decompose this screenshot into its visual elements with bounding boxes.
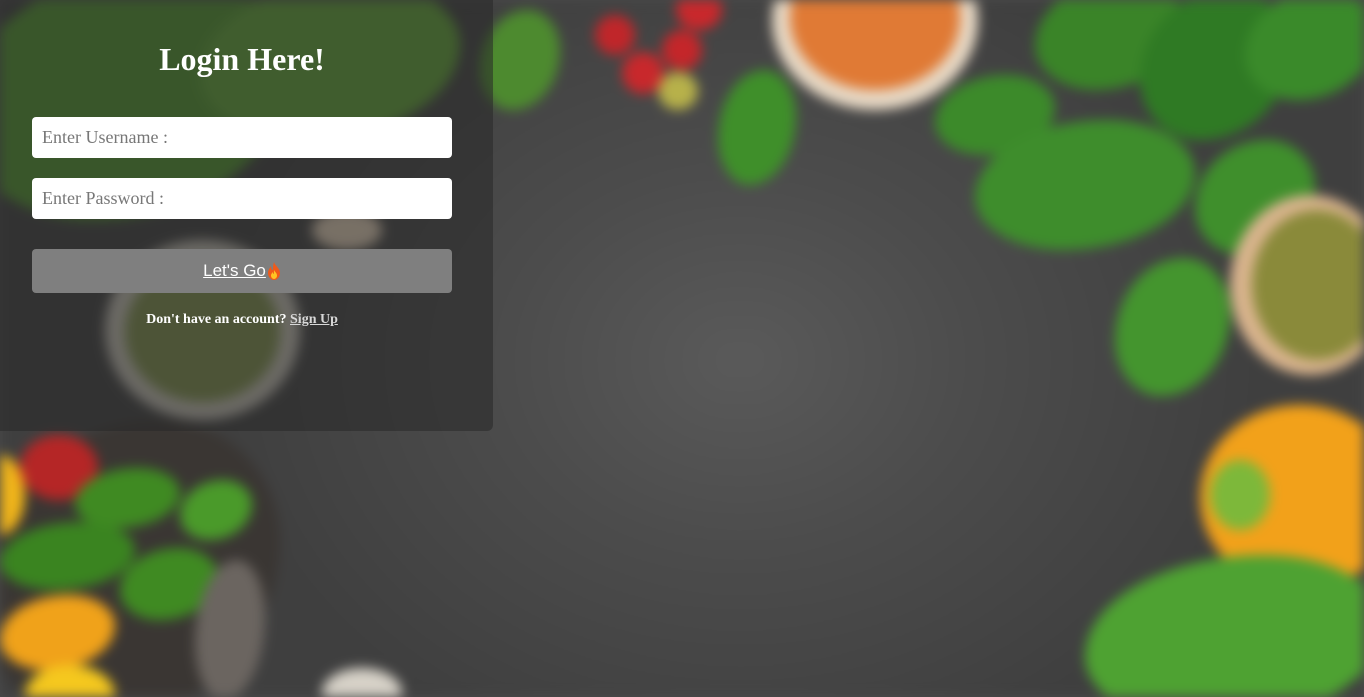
tomato-decoration [595,15,635,55]
signup-link[interactable]: Sign Up [290,312,338,327]
login-panel: Login Here! Let's Go Don't have an accou… [0,0,493,431]
password-input[interactable] [32,178,452,219]
lettuce-decoration [1085,555,1364,697]
tomato-decoration [658,72,698,110]
lets-go-button[interactable]: Let's Go [32,249,452,293]
spinach-decoration [718,70,796,185]
username-input[interactable] [32,117,452,158]
login-title: Login Here! [159,41,325,77]
tomato-decoration [662,30,702,70]
signup-row: Don't have an account? Sign Up [0,311,484,329]
lets-go-label: Let's Go [203,261,266,280]
spinach-decoration [1115,258,1230,396]
garlic-decoration [322,668,402,697]
signup-prompt: Don't have an account? [146,312,287,327]
pepper-decoration [1210,460,1270,530]
flame-icon [267,262,280,280]
tomato-decoration [676,0,722,30]
spinach-decoration [1245,0,1364,100]
